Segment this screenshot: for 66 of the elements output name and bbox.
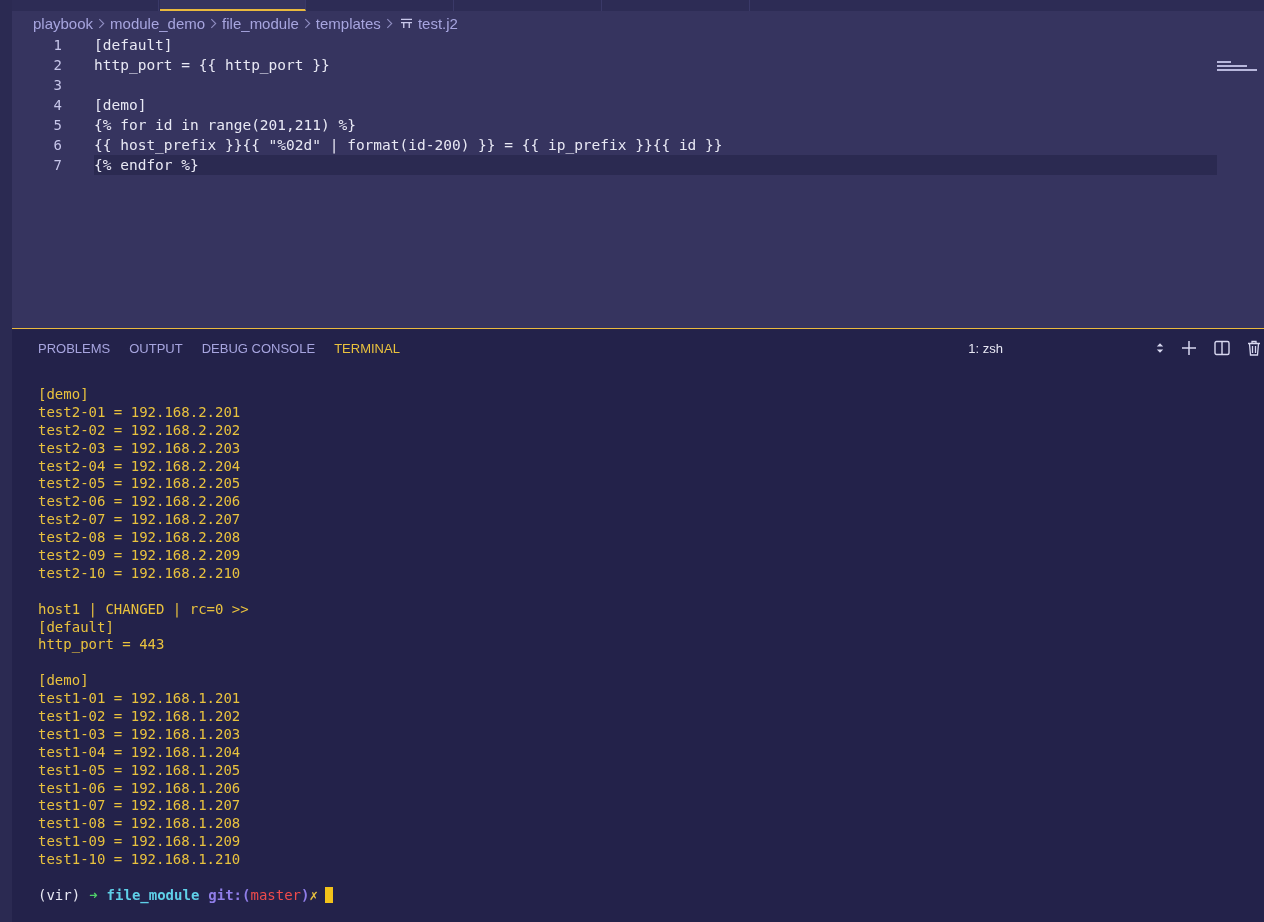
line-number: 1: [52, 37, 63, 53]
prompt-directory: file_module: [106, 886, 200, 903]
line-number: 3: [52, 77, 63, 93]
plus-icon[interactable]: [1181, 340, 1197, 356]
terminal-output-line: test2-05 = 192.168.2.205: [38, 475, 241, 492]
breadcrumb-item[interactable]: templates: [315, 14, 381, 32]
terminal-output-line: host1 | CHANGED | rc=0 >>: [38, 600, 249, 617]
dropdown-icon[interactable]: [1156, 342, 1164, 354]
terminal-output-line: [default]: [38, 618, 114, 635]
terminal-output-line: test1-01 = 192.168.1.201: [38, 690, 241, 707]
terminal-output-line: [demo]: [38, 672, 89, 689]
prompt-branch: master: [250, 886, 302, 903]
split-icon[interactable]: [1214, 340, 1230, 356]
terminal-select[interactable]: 1: zsh: [968, 340, 1003, 356]
terminal-output-line: test2-03 = 192.168.2.203: [38, 439, 241, 456]
terminal-output-line: test1-10 = 192.168.1.210: [38, 851, 241, 868]
code-line: {% endfor %}: [94, 157, 199, 173]
terminal-output-line: test1-04 = 192.168.1.204: [38, 743, 241, 760]
template-file-icon: [399, 17, 413, 29]
trash-icon[interactable]: [1247, 340, 1261, 356]
line-number: 7: [52, 157, 63, 173]
terminal-output-line: test2-02 = 192.168.2.202: [38, 421, 241, 438]
terminal-output-line: test2-09 = 192.168.2.209: [38, 546, 241, 563]
chevron-icon: [303, 17, 311, 29]
panel-tab[interactable]: DEBUG CONSOLE: [201, 340, 316, 356]
terminal-output-line: test1-07 = 192.168.1.207: [38, 797, 241, 814]
line-number: 5: [52, 117, 63, 133]
prompt-arrow: ➜: [89, 886, 98, 903]
prompt-dirty-mark: ✗: [309, 886, 318, 903]
chevron-icon: [210, 17, 218, 29]
terminal-output-line: test2-07 = 192.168.2.207: [38, 511, 241, 528]
terminal-output-line: test1-03 = 192.168.1.203: [38, 725, 241, 742]
line-number: 4: [52, 97, 63, 113]
code-line: {% for id in range(201,211) %}: [94, 117, 356, 133]
prompt-git: ): [301, 886, 310, 903]
breadcrumb-item[interactable]: playbook: [33, 14, 94, 32]
prompt-git: git:(: [208, 886, 251, 903]
terminal-output-line: test2-01 = 192.168.2.201: [38, 403, 241, 420]
line-number: 2: [52, 57, 63, 73]
chevron-icon: [385, 17, 393, 29]
code-line: http_port = {{ http_port }}: [94, 57, 330, 73]
prompt-env: (vir): [38, 886, 81, 903]
editor-tab[interactable]: [160, 0, 306, 11]
breadcrumb-item[interactable]: test.j2: [417, 14, 458, 32]
breadcrumb-item[interactable]: file_module: [222, 14, 299, 32]
breadcrumb-item[interactable]: module_demo: [110, 14, 206, 32]
terminal-output-line: test1-02 = 192.168.1.202: [38, 707, 241, 724]
terminal-output-line: test2-06 = 192.168.2.206: [38, 493, 241, 510]
terminal-output-line: test1-08 = 192.168.1.208: [38, 815, 241, 832]
code-line: {{ host_prefix }}{{ "%02d" | format(id-200) }} = {{ ip_prefix }}{{ id }}: [94, 137, 723, 153]
terminal-output-line: test2-10 = 192.168.2.210: [38, 564, 241, 581]
terminal-output-line: test1-05 = 192.168.1.205: [38, 761, 241, 778]
terminal-output-line: test2-08 = 192.168.2.208: [38, 529, 241, 546]
code-line: [demo]: [94, 97, 147, 113]
terminal-output-line: test1-09 = 192.168.1.209: [38, 833, 241, 850]
panel-tab[interactable]: TERMINAL: [334, 340, 400, 356]
terminal-output-line: http_port = 443: [38, 636, 165, 653]
terminal-output-line: test1-06 = 192.168.1.206: [38, 779, 241, 796]
code-line: [default]: [94, 37, 173, 53]
terminal-cursor: [324, 886, 333, 903]
line-number: 6: [52, 137, 63, 153]
panel-tab[interactable]: PROBLEMS: [38, 340, 111, 356]
chevron-icon: [98, 17, 106, 29]
terminal-output-line: [demo]: [38, 385, 89, 402]
panel-tab[interactable]: OUTPUT: [129, 340, 183, 356]
terminal-output-line: test2-04 = 192.168.2.204: [38, 457, 241, 474]
